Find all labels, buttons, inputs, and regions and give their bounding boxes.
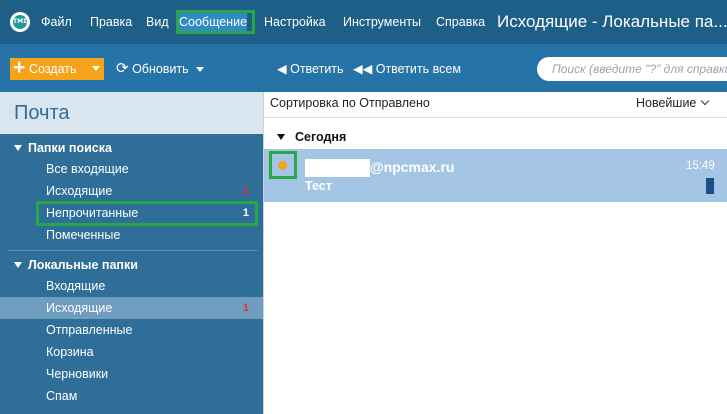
flag-icon[interactable] bbox=[706, 178, 714, 194]
menu-help[interactable]: Справка bbox=[436, 13, 485, 31]
app-logo-icon: ΤΜΣ bbox=[10, 12, 30, 32]
menu-settings[interactable]: Настройка bbox=[264, 13, 326, 31]
chevron-down-icon bbox=[701, 96, 710, 106]
sidebar-item-inbox[interactable]: Входящие bbox=[0, 275, 263, 297]
sidebar-item-flagged[interactable]: Помеченные bbox=[0, 224, 263, 246]
local-folders-label: Локальные папки bbox=[28, 258, 138, 272]
refresh-button-label: Обновить bbox=[132, 62, 189, 76]
expand-triangle-icon bbox=[14, 262, 22, 268]
chevron-down-icon bbox=[196, 67, 205, 73]
list-header-divider bbox=[264, 117, 727, 118]
sidebar-item-sent[interactable]: Отправленные bbox=[0, 319, 263, 341]
message-time: 15:49 bbox=[686, 160, 715, 172]
sender-redaction bbox=[305, 159, 370, 177]
group-header-today[interactable]: Сегодня bbox=[277, 128, 346, 146]
chevron-down-icon bbox=[92, 66, 100, 71]
reply-button-label: Ответить bbox=[290, 62, 344, 76]
local-folders-group[interactable]: Локальные папки bbox=[14, 256, 138, 274]
sidebar-item-spam[interactable]: Спам bbox=[0, 385, 263, 407]
refresh-icon: ⟳ bbox=[116, 60, 129, 77]
sidebar-item-label: Корзина bbox=[46, 345, 94, 359]
search-folders-label: Папки поиска bbox=[28, 141, 112, 155]
sidebar-item-label: Черновики bbox=[46, 367, 109, 381]
sidebar-item-outbox-search[interactable]: Исходящие 1 bbox=[0, 180, 263, 202]
unread-count: 1 bbox=[242, 302, 249, 314]
sidebar-item-trash[interactable]: Корзина bbox=[0, 341, 263, 363]
sidebar-item-label: Исходящие bbox=[46, 184, 113, 198]
menu-view[interactable]: Вид bbox=[146, 13, 169, 31]
menu-file[interactable]: Файл bbox=[41, 13, 72, 31]
message-sender: @npcmax.ru bbox=[370, 159, 455, 175]
sidebar-title: Почта bbox=[14, 102, 70, 124]
menu-message-highlight bbox=[176, 10, 255, 34]
sidebar-item-drafts[interactable]: Черновики bbox=[0, 363, 263, 385]
sort-order-label: Новейшие bbox=[636, 96, 697, 110]
search-folders-group[interactable]: Папки поиска bbox=[14, 139, 112, 157]
plus-icon: + bbox=[13, 56, 26, 79]
sidebar-item-all-inbox[interactable]: Все входящие bbox=[0, 158, 263, 180]
reply-all-button-label: Ответить всем bbox=[375, 62, 461, 76]
sidebar-item-label: Помеченные bbox=[46, 228, 121, 242]
expand-triangle-icon bbox=[277, 134, 285, 140]
reply-all-button[interactable]: ◀◀ Ответить всем bbox=[353, 58, 461, 80]
mail-client-window: ΤΜΣ Файл Правка Вид Сообщение Настройка … bbox=[0, 0, 727, 414]
unread-dot-highlight bbox=[269, 151, 297, 179]
window-title: Исходящие - Локальные па... bbox=[497, 12, 727, 31]
sidebar-item-label: Входящие bbox=[46, 279, 106, 293]
sidebar-item-label: Отправленные bbox=[46, 323, 133, 337]
create-button[interactable]: + Создать bbox=[10, 56, 104, 80]
expand-triangle-icon bbox=[14, 145, 22, 151]
reply-all-icon: ◀◀ bbox=[353, 62, 373, 76]
sidebar-item-outbox[interactable]: Исходящие 1 bbox=[0, 297, 263, 319]
reply-icon: ◀ bbox=[277, 62, 287, 76]
unread-count: 1 bbox=[242, 185, 249, 197]
app-logo-text: ΤΜΣ bbox=[13, 15, 27, 29]
sort-field-selector[interactable]: Сортировка по Отправлено bbox=[270, 95, 430, 111]
create-button-label: Создать bbox=[29, 62, 77, 76]
reply-button[interactable]: ◀ Ответить bbox=[277, 58, 344, 80]
message-subject: Тест bbox=[305, 179, 332, 193]
sidebar-divider bbox=[8, 250, 258, 251]
sidebar-item-label: Спам bbox=[46, 389, 78, 403]
group-header-label: Сегодня bbox=[295, 130, 347, 144]
menu-edit[interactable]: Правка bbox=[90, 13, 132, 31]
sidebar-item-label: Все входящие bbox=[46, 162, 129, 176]
unread-highlight bbox=[36, 201, 258, 226]
refresh-button[interactable]: ⟳ Обновить bbox=[116, 58, 205, 80]
menu-tools[interactable]: Инструменты bbox=[343, 13, 421, 31]
sidebar-item-label: Исходящие bbox=[46, 301, 113, 315]
search-input[interactable]: Поиск (введите "?" для справки) bbox=[537, 57, 727, 81]
sort-order-selector[interactable]: Новейшие bbox=[636, 95, 710, 111]
